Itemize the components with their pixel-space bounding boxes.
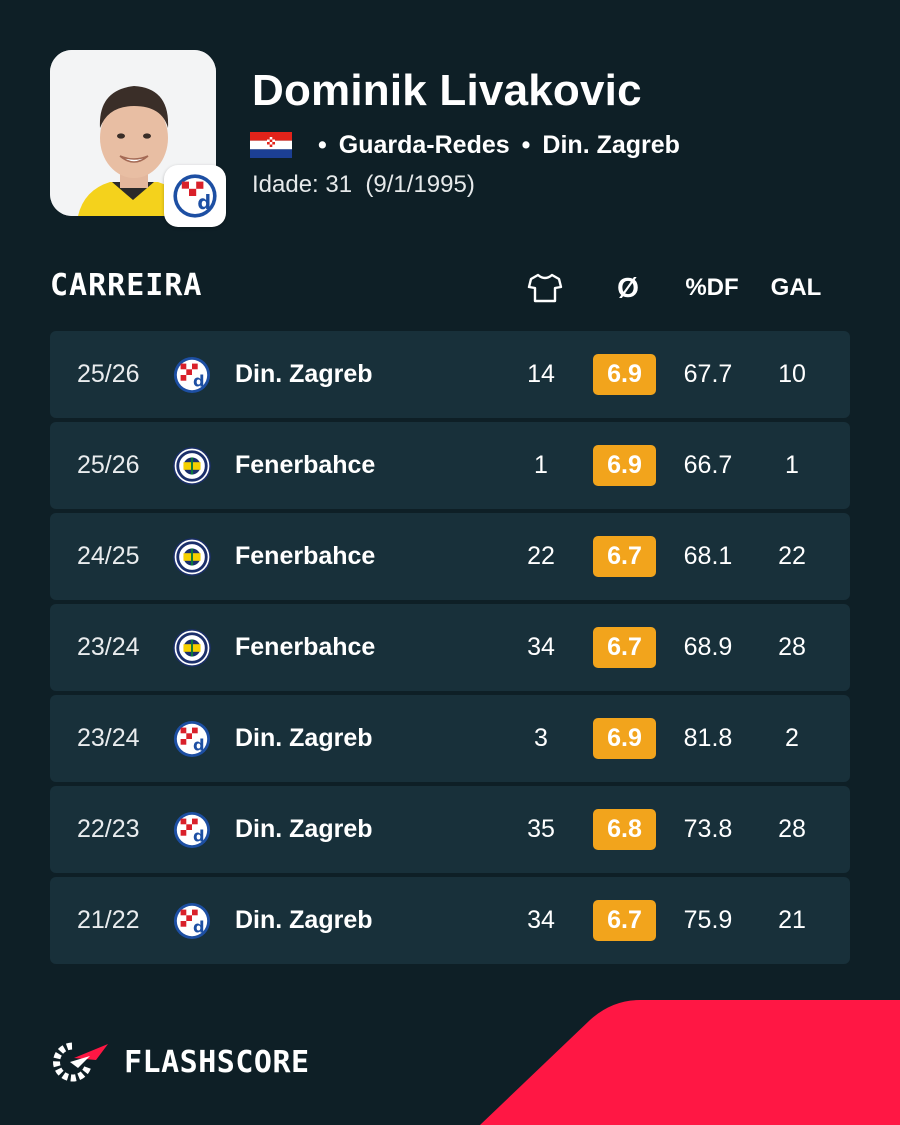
fenerbahce-logo	[173, 604, 211, 691]
season: 22/23	[77, 815, 140, 843]
season: 25/26	[77, 360, 140, 388]
pct-value: 67.7	[683, 360, 733, 388]
svg-text:d: d	[193, 917, 205, 936]
pct-value: 66.7	[683, 451, 733, 479]
player-meta: • Guarda-Redes • Din. Zagreb	[250, 130, 680, 160]
appearances: 22	[527, 542, 555, 570]
flashscore-logo-icon	[53, 1042, 108, 1082]
croatia-flag-icon	[250, 132, 292, 158]
rating-cell: 6.7	[593, 513, 656, 600]
shirt-icon	[527, 273, 563, 303]
career-title: CARREIRA	[50, 268, 203, 303]
gal-value: 2	[785, 724, 799, 752]
dinamo-zagreb-logo: d	[173, 331, 211, 418]
brand-name: FLASHSCORE	[124, 1044, 310, 1080]
fenerbahce-logo	[173, 422, 211, 509]
gal-value: 28	[778, 633, 806, 661]
season: 21/22	[77, 906, 140, 934]
appearances: 3	[534, 724, 548, 752]
pct-value: 73.8	[683, 815, 733, 843]
fenerbahce-logo	[173, 513, 211, 600]
table-row: 23/24 Fenerbahce 34 6.7 68.9 28	[50, 604, 850, 691]
dinamo-zagreb-logo: d	[173, 695, 211, 782]
gal-value: 21	[778, 906, 806, 934]
club-name: Fenerbahce	[235, 542, 376, 570]
svg-text:d: d	[193, 371, 205, 390]
appearances: 34	[527, 633, 555, 661]
rating-cell: 6.9	[593, 695, 656, 782]
rating-badge: 6.7	[593, 627, 656, 668]
rating-cell: 6.9	[593, 422, 656, 509]
flashscore-brand: FLASHSCORE	[50, 1038, 310, 1086]
player-age: Idade: 31 (9/1/1995)	[252, 171, 475, 198]
gal-value: 22	[778, 542, 806, 570]
rating-cell: 6.7	[593, 604, 656, 691]
season: 23/24	[77, 724, 140, 752]
svg-text:d: d	[197, 191, 211, 214]
club-name: Din. Zagreb	[235, 815, 373, 843]
appearances: 35	[527, 815, 555, 843]
rating-cell: 6.7	[593, 877, 656, 964]
svg-text:d: d	[193, 735, 205, 754]
table-row: 22/23 d Din. Zagreb 35 6.8 73.8 28	[50, 786, 850, 873]
club-name: Din. Zagreb	[235, 360, 373, 388]
player-position: Guarda-Redes	[338, 130, 510, 159]
table-row: 25/26 Fenerbahce 1 6.9 66.7 1	[50, 422, 850, 509]
appearances: 34	[527, 906, 555, 934]
gal-value: 1	[785, 451, 799, 479]
pct-value: 68.9	[683, 633, 733, 661]
gal-value: 28	[778, 815, 806, 843]
club-name: Fenerbahce	[235, 451, 376, 479]
season: 25/26	[77, 451, 140, 479]
dinamo-zagreb-logo: d	[173, 877, 211, 964]
separator-dot: •	[318, 130, 327, 159]
appearances: 1	[534, 451, 548, 479]
table-row: 21/22 d Din. Zagreb 34 6.7 75.9 21	[50, 877, 850, 964]
table-row: 23/24 d Din. Zagreb 3 6.9 81.8 2	[50, 695, 850, 782]
rating-cell: 6.9	[593, 331, 656, 418]
separator-dot: •	[521, 130, 531, 159]
club-name: Din. Zagreb	[235, 724, 373, 752]
table-row: 25/26 d Din. Zagreb 14 6.9 67.7 10	[50, 331, 850, 418]
rating-badge: 6.9	[593, 718, 656, 759]
player-club: Din. Zagreb	[542, 130, 680, 159]
pct-value: 75.9	[683, 906, 733, 934]
rating-badge: 6.7	[593, 536, 656, 577]
gal-value: 10	[778, 360, 806, 388]
svg-text:d: d	[193, 826, 205, 845]
pct-value: 68.1	[683, 542, 733, 570]
career-table: 25/26 d Din. Zagreb 14 6.9 67.7 10 25/26…	[50, 331, 850, 968]
dinamo-zagreb-logo: d	[173, 174, 217, 218]
appearances: 14	[527, 360, 555, 388]
column-pct: %DF	[685, 274, 739, 301]
rating-badge: 6.9	[593, 354, 656, 395]
pct-value: 81.8	[683, 724, 733, 752]
club-name: Fenerbahce	[235, 633, 376, 661]
season: 24/25	[77, 542, 140, 570]
column-apps	[505, 272, 585, 304]
club-name: Din. Zagreb	[235, 906, 373, 934]
season: 23/24	[77, 633, 140, 661]
dinamo-zagreb-logo: d	[173, 786, 211, 873]
rating-badge: 6.7	[593, 900, 656, 941]
column-gal: GAL	[770, 274, 822, 301]
rating-cell: 6.8	[593, 786, 656, 873]
club-badge: d	[164, 165, 226, 227]
table-row: 24/25 Fenerbahce 22 6.7 68.1 22	[50, 513, 850, 600]
column-average-rating: Ø	[617, 272, 639, 303]
rating-badge: 6.9	[593, 445, 656, 486]
rating-badge: 6.8	[593, 809, 656, 850]
player-name: Dominik Livakovic	[252, 66, 642, 115]
